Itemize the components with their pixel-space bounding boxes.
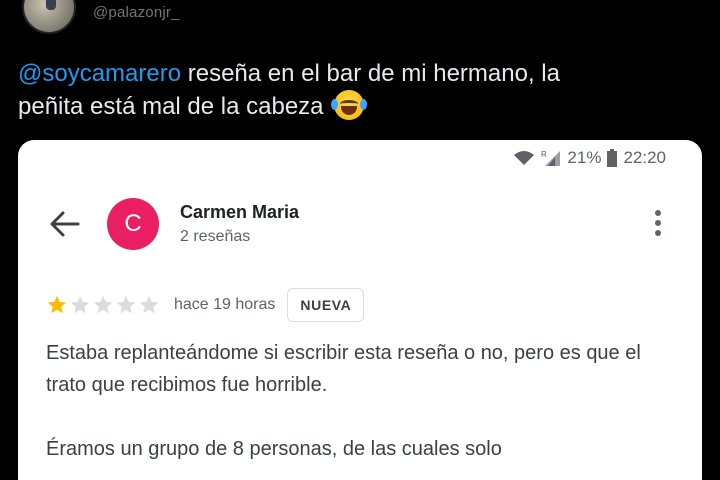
wifi-icon xyxy=(513,150,535,166)
review-text: Estaba replanteándome si escribir esta r… xyxy=(46,337,676,480)
star-rating xyxy=(46,294,160,316)
battery-percent: 21% xyxy=(567,148,602,167)
roaming-indicator: R xyxy=(541,150,547,159)
tweet-text-line1: reseña en el bar de mi hermano, la xyxy=(181,60,560,87)
review-rating-row: hace 19 horas NUEVA xyxy=(46,288,365,322)
cell-signal-icon: R xyxy=(541,149,561,167)
review-author-name[interactable]: Carmen Maria xyxy=(180,202,299,223)
review-author-review-count: 2 reseñas xyxy=(180,228,251,245)
phone-status-bar: R 21% 22:20 xyxy=(513,148,666,168)
tweet-mention-link[interactable]: @soycamarero xyxy=(18,60,181,87)
star-filled-icon xyxy=(47,295,67,314)
review-author-avatar[interactable]: C xyxy=(107,198,159,250)
review-paragraph-2: Éramos un grupo de 8 personas, de las cu… xyxy=(46,438,502,460)
back-arrow-icon[interactable] xyxy=(48,209,82,239)
tweet-attached-image[interactable]: R 21% 22:20 C Carmen Maria 2 reseñas hac… xyxy=(18,140,702,480)
tweet-author-avatar[interactable] xyxy=(22,0,76,34)
tweet-text-line2: peñita está mal de la cabeza xyxy=(18,93,324,120)
tears-of-joy-emoji-icon xyxy=(331,90,368,120)
star-empty-icon xyxy=(116,295,136,314)
star-empty-icon xyxy=(93,295,113,314)
star-empty-icon xyxy=(139,295,159,314)
tweet-author-handle[interactable]: @palazonjr_ xyxy=(93,4,180,21)
new-badge: NUEVA xyxy=(287,288,365,322)
star-empty-icon xyxy=(70,295,90,314)
more-options-icon[interactable] xyxy=(650,210,666,240)
review-paragraph-1: Estaba replanteándome si escribir esta r… xyxy=(46,342,641,396)
battery-icon xyxy=(607,149,618,167)
author-initial: C xyxy=(124,210,142,237)
clock-time: 22:20 xyxy=(623,148,666,167)
tweet-text: @soycamarero reseña en el bar de mi herm… xyxy=(18,57,698,123)
review-time: hace 19 horas xyxy=(174,296,276,313)
